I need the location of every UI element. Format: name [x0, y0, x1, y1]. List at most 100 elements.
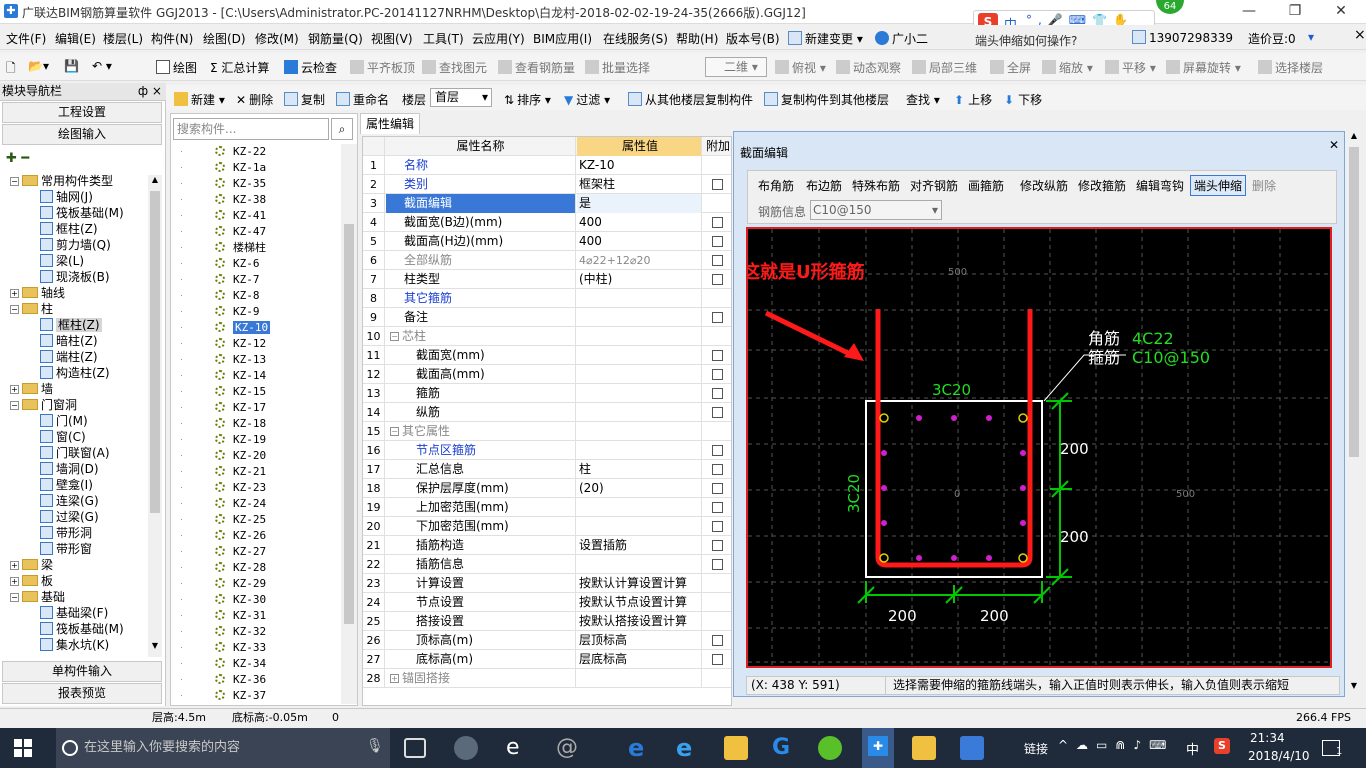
expand-icon[interactable]: +	[10, 385, 19, 394]
collapse-icon[interactable]: −	[10, 401, 19, 410]
corner-rebar[interactable]	[879, 553, 889, 563]
collapse-icon[interactable]: −	[390, 427, 399, 436]
menu-cloud[interactable]: 云应用(Y)	[472, 30, 525, 47]
delete-button[interactable]: ✕ 删除	[236, 91, 273, 108]
tool-edit-hook[interactable]: 编辑弯钩	[1136, 177, 1184, 194]
menu-bim[interactable]: BIM应用(I)	[533, 30, 592, 47]
property-value[interactable]: 按默认搭接设置计算	[577, 612, 702, 631]
new-component-button[interactable]: 新建 ▾	[174, 91, 225, 108]
menu-component[interactable]: 构件(N)	[151, 30, 193, 47]
pin-close-icon[interactable]: ф ×	[138, 83, 162, 100]
copy-button[interactable]: 复制	[284, 91, 325, 108]
tree-item[interactable]: 轴网(J)	[40, 189, 93, 205]
extra-checkbox[interactable]	[712, 559, 723, 570]
collapse-icon[interactable]: −	[10, 177, 19, 186]
property-row[interactable]: 2 类别 框架柱	[363, 175, 731, 194]
tree-item[interactable]: 连梁(G)	[40, 493, 99, 509]
component-list-item[interactable]: KZ-21	[215, 464, 266, 480]
menu-floor[interactable]: 楼层(L)	[103, 30, 143, 47]
extra-checkbox[interactable]	[712, 255, 723, 266]
property-value[interactable]	[577, 669, 702, 688]
component-list-item[interactable]: KZ-1a	[215, 160, 266, 176]
property-row[interactable]: 23 计算设置 按默认计算设置计算	[363, 574, 731, 593]
taskbar-link-label[interactable]: 链接	[1024, 740, 1048, 757]
property-value[interactable]	[577, 308, 702, 327]
help-question-link[interactable]: 端头伸缩如何操作?	[975, 32, 1077, 49]
menu-tools[interactable]: 工具(T)	[423, 30, 464, 47]
component-list-item[interactable]: KZ-19	[215, 432, 266, 448]
component-list-item[interactable]: KZ-13	[215, 352, 266, 368]
list-scrollbar[interactable]	[341, 144, 357, 704]
tree-item[interactable]: 过梁(G)	[40, 509, 99, 525]
menu-help[interactable]: 帮助(H)	[676, 30, 718, 47]
property-value[interactable]: KZ-10	[577, 156, 702, 175]
drawing-input-button[interactable]: 绘图输入	[2, 124, 162, 145]
property-value[interactable]	[577, 517, 702, 536]
tool-draw-stirrup[interactable]: 画箍筋	[968, 177, 1004, 194]
property-row[interactable]: 20 下加密范围(mm)	[363, 517, 731, 536]
move-up-button[interactable]: ⬆ 上移	[954, 91, 992, 108]
property-value[interactable]: 400	[577, 232, 702, 251]
tree-item[interactable]: 窗(C)	[40, 429, 86, 445]
component-list-item[interactable]: KZ-14	[215, 368, 266, 384]
property-row[interactable]: 3 截面编辑 是	[363, 194, 731, 213]
property-value[interactable]	[577, 422, 702, 441]
microphone-icon[interactable]: 🎙	[366, 738, 384, 754]
select-floor-button[interactable]: 选择楼层	[1258, 59, 1323, 76]
notes-app-icon[interactable]	[912, 736, 936, 760]
ie-legacy-icon[interactable]: e	[506, 736, 530, 760]
property-value[interactable]: (20)	[577, 479, 702, 498]
side-rebar[interactable]	[1020, 485, 1026, 491]
extra-checkbox[interactable]	[712, 369, 723, 380]
component-list-item[interactable]: KZ-9	[215, 304, 260, 320]
tool-edge-rebar[interactable]: 布边筋	[806, 177, 842, 194]
extra-checkbox[interactable]	[712, 407, 723, 418]
undo-icon[interactable]: ↶ ▾	[92, 59, 112, 73]
copy-from-floor-button[interactable]: 从其他楼层复制构件	[628, 91, 753, 108]
menu-online[interactable]: 在线服务(S)	[603, 30, 668, 47]
task-view-icon[interactable]	[404, 738, 426, 758]
corner-rebar[interactable]	[1018, 413, 1028, 423]
property-row[interactable]: 4 截面宽(B边)(mm) 400	[363, 213, 731, 232]
tree-item[interactable]: 筏板基础(M)	[40, 621, 124, 637]
property-row[interactable]: 11 截面宽(mm)	[363, 346, 731, 365]
main-vertical-scrollbar[interactable]: ▲ ▼	[1346, 131, 1362, 697]
extra-checkbox[interactable]	[712, 217, 723, 228]
summary-calc-button[interactable]: Σ 汇总计算	[210, 59, 269, 76]
input-lang-indicator[interactable]: 中	[1186, 739, 1199, 758]
extra-checkbox[interactable]	[712, 388, 723, 399]
scroll-down-icon[interactable]: ▼	[1348, 681, 1360, 695]
component-list-item[interactable]: KZ-20	[215, 448, 266, 464]
tree-item[interactable]: 框柱(Z)	[40, 221, 98, 237]
extra-checkbox[interactable]	[712, 236, 723, 247]
component-list-item[interactable]: KZ-18	[215, 416, 266, 432]
zoom-button[interactable]: 缩放 ▾	[1042, 59, 1093, 76]
section-canvas[interactable]: 500 0 500 200 200 200 200 3C20 3C20 角筋 4…	[746, 227, 1332, 668]
side-rebar[interactable]	[986, 415, 992, 421]
expand-collapse-icons[interactable]: ✚ ━	[6, 151, 29, 166]
side-rebar[interactable]	[951, 555, 957, 561]
component-list-item[interactable]: KZ-36	[215, 672, 266, 688]
property-value[interactable]	[577, 365, 702, 384]
menu-close-icon[interactable]: ×	[1354, 27, 1366, 43]
collapse-icon[interactable]: −	[10, 305, 19, 314]
property-value[interactable]	[577, 498, 702, 517]
extra-checkbox[interactable]	[712, 312, 723, 323]
tool-corner-rebar[interactable]: 布角筋	[758, 177, 794, 194]
component-list-item[interactable]: KZ-25	[215, 512, 266, 528]
search-icon[interactable]: ⌕	[331, 118, 353, 140]
property-row[interactable]: 24 节点设置 按默认节点设置计算	[363, 593, 731, 612]
batch-select-button[interactable]: 批量选择	[585, 59, 650, 76]
property-row[interactable]: 18 保护层厚度(mm) (20)	[363, 479, 731, 498]
component-list-item[interactable]: KZ-47	[215, 224, 266, 240]
rename-button[interactable]: 重命名	[336, 91, 389, 108]
find-button[interactable]: 查找 ▾	[906, 91, 940, 108]
tree-item[interactable]: 壁龛(I)	[40, 477, 93, 493]
tree-item[interactable]: + 板	[10, 573, 53, 589]
component-list-item[interactable]: KZ-23	[215, 480, 266, 496]
cost-dropdown-icon[interactable]: ▾	[1308, 30, 1314, 44]
dynamic-orbit-button[interactable]: 动态观察	[836, 59, 901, 76]
tree-item[interactable]: 框柱(Z)	[40, 317, 102, 333]
property-row[interactable]: 17 汇总信息 柱	[363, 460, 731, 479]
tree-item[interactable]: 墙洞(D)	[40, 461, 99, 477]
